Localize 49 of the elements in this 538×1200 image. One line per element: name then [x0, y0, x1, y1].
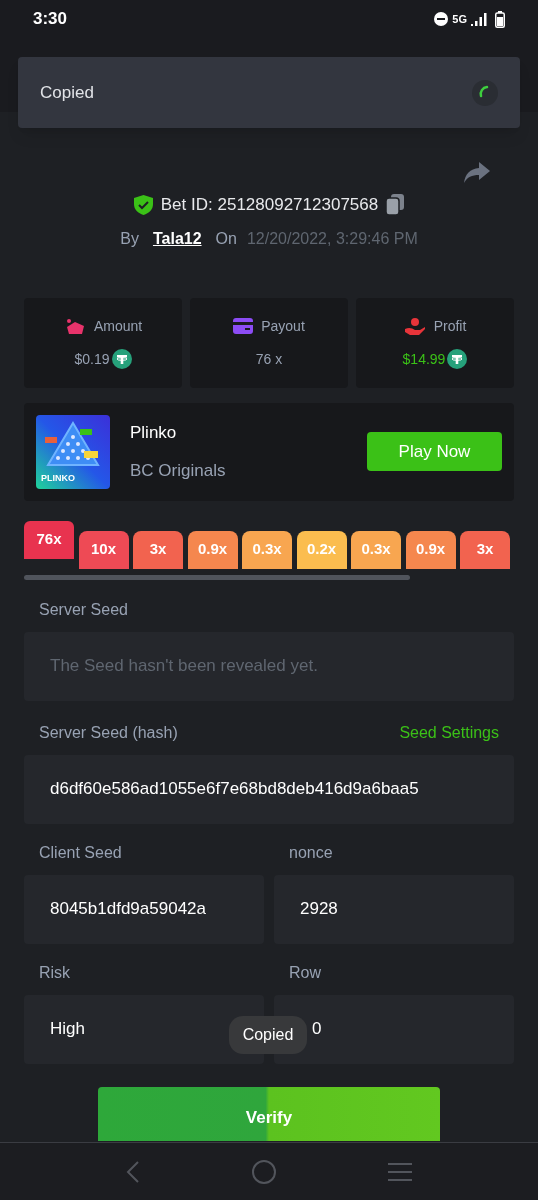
- server-seed-hash-field[interactable]: d6df60e586ad1055e6f7e68bd8deb416d9a6baa5: [24, 754, 514, 824]
- multiplier-bucket: 0.9x: [405, 530, 456, 569]
- stat-label: Amount: [93, 316, 143, 336]
- do-not-disturb-icon: [434, 12, 449, 26]
- toast-text: Copied: [40, 81, 94, 104]
- field-label: Server Seed: [39, 599, 129, 620]
- multiplier-bucket: 3x: [460, 530, 510, 569]
- field-label: Server Seed (hash): [39, 722, 178, 743]
- game-title: Plinko: [130, 422, 178, 444]
- copied-toast: Copied: [229, 1016, 307, 1054]
- stat-value: $14.99: [402, 349, 446, 369]
- status-time: 3:30: [33, 8, 68, 31]
- input-field[interactable]: 8045b1dfd9a59042a: [24, 874, 264, 944]
- signal-icon: [471, 12, 487, 26]
- battery-icon: [495, 10, 505, 28]
- stat-value: $0.19: [74, 349, 110, 369]
- stat-label: Payout: [261, 316, 305, 336]
- network-label: 5G: [452, 11, 467, 27]
- multiplier-bucket: 76x: [24, 520, 74, 559]
- share-icon[interactable]: [464, 162, 490, 184]
- seed-settings-link[interactable]: Seed Settings: [399, 720, 499, 745]
- stat-value: 76 x: [255, 349, 283, 369]
- field-label: Risk: [39, 962, 72, 983]
- home-icon[interactable]: [252, 1159, 276, 1184]
- wallet-icon: [233, 318, 254, 334]
- server-seed-field[interactable]: The Seed hasn't been revealed yet.: [24, 631, 514, 701]
- game-provider: BC Originals: [130, 459, 227, 482]
- username-link[interactable]: Tala12: [152, 226, 202, 251]
- multiplier-bucket: 10x: [78, 530, 129, 569]
- multiplier-bucket: 3x: [133, 530, 183, 569]
- copy-icon[interactable]: [386, 194, 405, 216]
- back-icon[interactable]: [126, 1160, 140, 1183]
- field-label: Row: [289, 962, 322, 983]
- spinner-icon: [472, 79, 498, 106]
- shield-check-icon: [133, 194, 153, 215]
- on-label: On: [215, 228, 237, 249]
- multiplier-bucket: 0.2x: [296, 530, 347, 569]
- multiplier-bucket: 0.9x: [187, 530, 238, 569]
- menu-icon[interactable]: [388, 1161, 412, 1182]
- bet-date: 12/20/2022, 3:29:46 PM: [246, 228, 418, 249]
- stat-label: Profit: [433, 316, 467, 336]
- hand-person-icon: [403, 317, 426, 335]
- field-label: nonce: [289, 842, 334, 863]
- input-field[interactable]: 2928: [274, 874, 514, 944]
- multiplier-bucket: 0.3x: [242, 530, 292, 569]
- by-label: By: [120, 228, 139, 249]
- field-label: Client Seed: [39, 842, 123, 863]
- bet-id: Bet ID: 25128092712307568: [160, 194, 379, 216]
- multiplier-bucket: 0.3x: [351, 530, 401, 569]
